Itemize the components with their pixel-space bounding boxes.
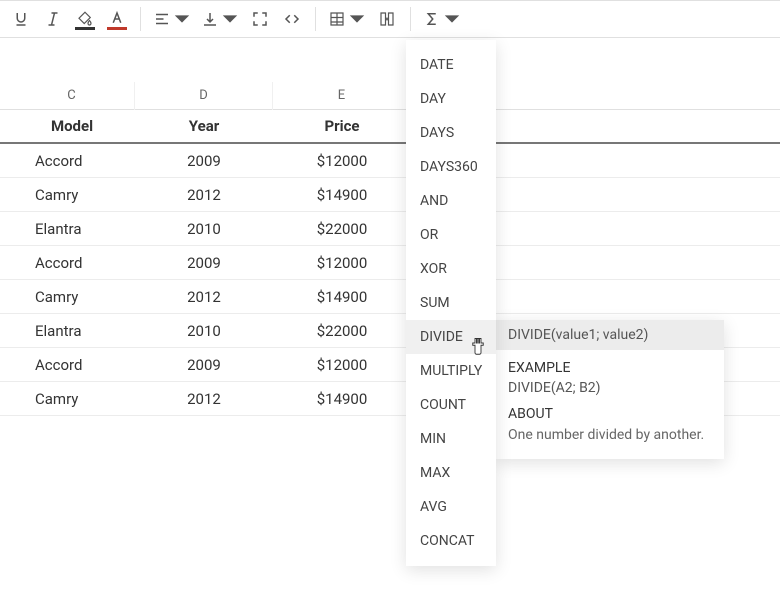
functions-menu: DATEDAYDAYSDAYS360ANDORXORSUMDIVIDEMULTI… (406, 40, 496, 566)
table-row: Elantra2010$22000 (0, 212, 780, 246)
table-icon (328, 10, 346, 28)
code-button[interactable] (277, 4, 307, 34)
vertical-align-bottom-icon (201, 10, 219, 28)
cell-year[interactable]: 2010 (135, 322, 273, 340)
italic-icon (44, 10, 62, 28)
header-model[interactable]: Model (9, 117, 135, 135)
chevron-down-icon (221, 10, 239, 28)
chevron-down-icon (348, 10, 366, 28)
function-menu-item[interactable]: COUNT (406, 388, 496, 422)
chevron-down-icon (443, 10, 461, 28)
cell-year[interactable]: 2012 (135, 186, 273, 204)
tooltip-description: One number divided by another. (508, 426, 712, 445)
cell-price[interactable]: $14900 (273, 288, 411, 306)
align-left-icon (153, 10, 171, 28)
merge-button[interactable] (372, 4, 402, 34)
code-icon (283, 10, 301, 28)
cell-model[interactable]: Camry (9, 288, 135, 306)
underline-button[interactable] (6, 4, 36, 34)
cell-price[interactable]: $14900 (273, 390, 411, 408)
tooltip-example: DIVIDE(A2; B2) (508, 380, 712, 396)
function-menu-item[interactable]: MAX (406, 456, 496, 490)
toolbar-separator (315, 7, 316, 31)
table-row: Accord2009$12000 (0, 246, 780, 280)
fill-color-button[interactable] (70, 4, 100, 34)
function-menu-item[interactable]: DIVIDE (406, 320, 496, 354)
text-color-button[interactable] (102, 4, 132, 34)
cell-year[interactable]: 2009 (135, 254, 273, 272)
underline-icon (12, 10, 30, 28)
column-header-e[interactable]: E (273, 82, 411, 110)
cell-year[interactable]: 2009 (135, 152, 273, 170)
functions-button[interactable] (419, 4, 465, 34)
table-row: Camry2012$14900 (0, 280, 780, 314)
toolbar-separator (410, 7, 411, 31)
table-row: Accord2009$12000 (0, 144, 780, 178)
function-menu-item[interactable]: DAYS360 (406, 150, 496, 184)
cell-price[interactable]: $12000 (273, 254, 411, 272)
chevron-down-icon (173, 10, 191, 28)
cell-model[interactable]: Accord (9, 152, 135, 170)
cell-price[interactable]: $22000 (273, 322, 411, 340)
function-menu-item[interactable]: XOR (406, 252, 496, 286)
header-year[interactable]: Year (135, 117, 273, 135)
function-menu-item[interactable]: SUM (406, 286, 496, 320)
tooltip-example-label: EXAMPLE (508, 360, 712, 376)
cell-price[interactable]: $12000 (273, 356, 411, 374)
function-menu-item[interactable]: DAY (406, 82, 496, 116)
function-menu-item[interactable]: MIN (406, 422, 496, 456)
cell-model[interactable]: Accord (9, 356, 135, 374)
cell-model[interactable]: Camry (9, 186, 135, 204)
table-header-row: Model Year Price (0, 110, 780, 144)
cell-price[interactable]: $12000 (273, 152, 411, 170)
fullscreen-icon (251, 10, 269, 28)
text-color-icon (108, 10, 126, 28)
column-header-c[interactable]: C (9, 82, 135, 110)
cell-model[interactable]: Accord (9, 254, 135, 272)
sigma-icon (423, 10, 441, 28)
function-menu-item[interactable]: AND (406, 184, 496, 218)
vertical-align-button[interactable] (197, 4, 243, 34)
cell-model[interactable]: Elantra (9, 322, 135, 340)
column-header-d[interactable]: D (135, 82, 273, 110)
cell-year[interactable]: 2009 (135, 356, 273, 374)
header-price[interactable]: Price (273, 117, 411, 135)
table-row: Camry2012$14900 (0, 178, 780, 212)
italic-button[interactable] (38, 4, 68, 34)
toolbar (0, 0, 780, 38)
function-menu-item[interactable]: OR (406, 218, 496, 252)
function-menu-item[interactable]: DATE (406, 48, 496, 82)
column-header-row: C D E (0, 82, 780, 110)
fullscreen-button[interactable] (245, 4, 275, 34)
function-menu-item[interactable]: CONCAT (406, 524, 496, 558)
cell-price[interactable]: $14900 (273, 186, 411, 204)
function-menu-item[interactable]: AVG (406, 490, 496, 524)
tooltip-signature: DIVIDE(value1; value2) (496, 320, 724, 350)
tooltip-about-label: ABOUT (508, 406, 712, 422)
table-button[interactable] (324, 4, 370, 34)
cell-model[interactable]: Elantra (9, 220, 135, 238)
function-tooltip: DIVIDE(value1; value2) EXAMPLE DIVIDE(A2… (496, 320, 724, 459)
cell-year[interactable]: 2012 (135, 288, 273, 306)
cell-model[interactable]: Camry (9, 390, 135, 408)
horizontal-align-button[interactable] (149, 4, 195, 34)
toolbar-separator (140, 7, 141, 31)
cell-year[interactable]: 2012 (135, 390, 273, 408)
cell-year[interactable]: 2010 (135, 220, 273, 238)
function-menu-item[interactable]: MULTIPLY (406, 354, 496, 388)
function-menu-item[interactable]: DAYS (406, 116, 496, 150)
merge-cells-icon (378, 10, 396, 28)
cell-price[interactable]: $22000 (273, 220, 411, 238)
paint-bucket-icon (76, 10, 94, 28)
